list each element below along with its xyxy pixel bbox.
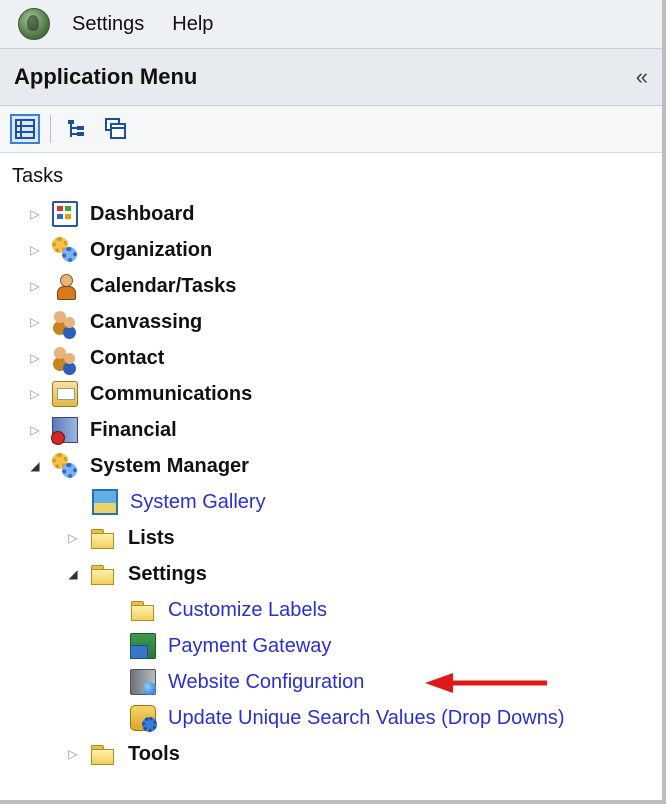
app-logo-icon[interactable] xyxy=(18,8,50,40)
tree-node-canvassing[interactable]: ▷ Canvassing xyxy=(28,304,202,340)
collapse-panel-button[interactable]: « xyxy=(636,64,648,90)
menu-help[interactable]: Help xyxy=(164,13,233,36)
tree-node-organization[interactable]: ▷ Organization xyxy=(28,232,212,268)
tree-node-communications[interactable]: ▷ Communications xyxy=(28,376,252,412)
list-view-icon xyxy=(15,119,35,139)
tree-label: Canvassing xyxy=(90,310,203,333)
tree-link[interactable]: Update Unique Search Values (Drop Downs) xyxy=(168,707,565,730)
expand-arrow-icon[interactable]: ▷ xyxy=(28,207,42,221)
tree-view-button[interactable] xyxy=(61,114,91,144)
tree-link[interactable]: Payment Gateway xyxy=(168,635,331,658)
expand-arrow-icon[interactable]: ▷ xyxy=(66,747,80,761)
view-toolbar xyxy=(0,106,662,153)
expand-arrow-icon[interactable]: ▷ xyxy=(28,423,42,437)
database-gear-icon xyxy=(130,705,157,732)
expand-arrow-icon[interactable]: ▷ xyxy=(28,387,42,401)
tree-node-system-manager[interactable]: ◢ System Manager xyxy=(28,448,249,484)
payment-card-icon xyxy=(130,633,156,659)
menu-settings[interactable]: Settings xyxy=(72,13,164,36)
tree-node-lists[interactable]: ▷ Lists xyxy=(66,520,175,556)
tree-link[interactable]: Website Configuration xyxy=(168,671,364,694)
tree-node-system-gallery[interactable]: System Gallery xyxy=(92,484,266,520)
tree-view-icon xyxy=(68,120,84,137)
panel-header: Application Menu « xyxy=(0,49,662,106)
panel-title: Application Menu xyxy=(14,64,198,89)
tree-node-dashboard[interactable]: ▷ Dashboard xyxy=(28,196,194,232)
tree-label: System Manager xyxy=(90,454,249,477)
tree-node-tools[interactable]: ▷ Tools xyxy=(66,736,180,772)
expand-arrow-icon[interactable]: ▷ xyxy=(28,315,42,329)
menu-bar: Settings Help xyxy=(0,0,662,49)
tree-label: Contact xyxy=(90,346,165,369)
tree-node-contact[interactable]: ▷ Contact xyxy=(28,340,164,376)
tree-label: Settings xyxy=(128,562,207,585)
contacts-icon xyxy=(52,345,78,371)
tree-link[interactable]: System Gallery xyxy=(130,491,266,514)
gears-icon xyxy=(52,237,78,263)
tree-label: Lists xyxy=(128,526,175,549)
gears-icon xyxy=(52,453,78,479)
folder-icon xyxy=(130,597,156,623)
tree-label: Calendar/Tasks xyxy=(90,274,237,297)
people-icon xyxy=(52,309,78,335)
dashboard-icon xyxy=(52,201,78,227)
windows-view-button[interactable] xyxy=(101,114,131,144)
folder-icon xyxy=(90,741,116,767)
tree-label: Tools xyxy=(128,742,180,765)
tree-link[interactable]: Customize Labels xyxy=(168,599,327,622)
tree-label: Financial xyxy=(90,418,177,441)
tree-node-website-configuration[interactable]: Website Configuration xyxy=(130,664,364,700)
folder-open-icon xyxy=(90,561,116,587)
list-view-button[interactable] xyxy=(10,114,40,144)
tree-node-customize-labels[interactable]: Customize Labels xyxy=(130,592,327,628)
tree-node-settings[interactable]: ◢ Settings xyxy=(66,556,207,592)
web-server-icon xyxy=(130,669,156,695)
application-window: Settings Help Application Menu « Tasks ▷… xyxy=(0,0,666,804)
tree-node-financial[interactable]: ▷ Financial xyxy=(28,412,177,448)
tree-node-update-unique-search-values[interactable]: Update Unique Search Values (Drop Downs) xyxy=(130,700,565,736)
annotation-arrow-icon xyxy=(425,673,547,693)
tree-node-calendar-tasks[interactable]: ▷ Calendar/Tasks xyxy=(28,268,236,304)
cascade-windows-icon xyxy=(105,118,126,139)
communications-icon xyxy=(52,381,78,407)
tree-label: Organization xyxy=(90,238,213,261)
gallery-icon xyxy=(92,489,118,515)
person-icon xyxy=(52,273,78,300)
expand-arrow-icon[interactable]: ▷ xyxy=(28,279,42,293)
expand-arrow-icon[interactable]: ▷ xyxy=(66,531,80,545)
tree-label: Communications xyxy=(90,382,253,405)
folder-icon xyxy=(90,525,116,551)
tasks-section-label: Tasks xyxy=(12,164,64,187)
toolbar-separator xyxy=(50,115,51,143)
tree-label: Dashboard xyxy=(90,202,195,225)
tree-node-payment-gateway[interactable]: Payment Gateway xyxy=(130,628,331,664)
financial-icon xyxy=(51,417,78,445)
collapse-arrow-icon[interactable]: ◢ xyxy=(28,459,42,473)
collapse-arrow-icon[interactable]: ◢ xyxy=(66,567,80,581)
expand-arrow-icon[interactable]: ▷ xyxy=(28,351,42,365)
expand-arrow-icon[interactable]: ▷ xyxy=(28,243,42,257)
